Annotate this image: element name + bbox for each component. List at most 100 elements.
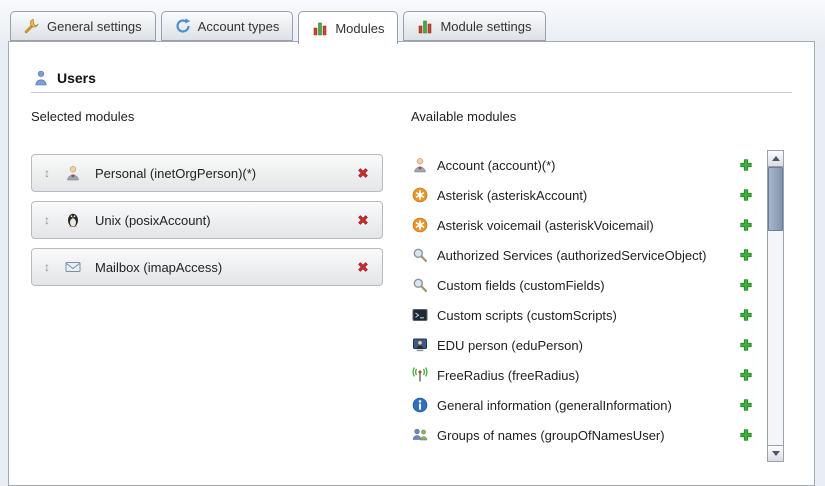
asterisk-icon — [411, 217, 429, 233]
available-module-label: Asterisk (asteriskAccount) — [437, 188, 739, 203]
available-module-label: EDU person (eduPerson) — [437, 338, 739, 353]
available-modules-wrap: Account (account)(*) Asterisk (asteriskA… — [411, 150, 814, 462]
green-plus-icon — [739, 368, 753, 382]
wrench-icon — [24, 18, 40, 34]
add-module-button[interactable] — [739, 308, 753, 322]
user-figure-icon — [33, 70, 49, 86]
add-module-button[interactable] — [739, 218, 753, 232]
available-module-label: Groups of names (groupOfNamesUser) — [437, 428, 739, 443]
remove-module-button[interactable] — [356, 166, 370, 180]
green-plus-icon — [739, 428, 753, 442]
bar-chart-icon — [312, 20, 328, 36]
selected-module-row[interactable]: ↕ Unix (posixAccount) — [31, 201, 383, 239]
available-module-row: Groups of names (groupOfNamesUser) — [411, 420, 763, 450]
selected-module-row[interactable]: ↕ Mailbox (imapAccess) — [31, 248, 383, 286]
selected-module-label: Mailbox (imapAccess) — [95, 260, 222, 275]
tab-label: Modules — [335, 21, 384, 36]
remove-module-button[interactable] — [356, 213, 370, 227]
selected-module-label: Unix (posixAccount) — [95, 213, 211, 228]
add-module-button[interactable] — [739, 338, 753, 352]
terminal-icon — [411, 307, 429, 323]
drag-handle-icon[interactable]: ↕ — [40, 166, 54, 180]
tab-bar: General settings Account types Modules M… — [10, 11, 546, 44]
green-plus-icon — [739, 158, 753, 172]
selected-module-row[interactable]: ↕ Personal (inetOrgPerson)(*) — [31, 154, 383, 192]
sync-icon — [175, 18, 191, 34]
green-plus-icon — [739, 278, 753, 292]
selected-modules-list: ↕ Personal (inetOrgPerson)(*) ↕ Unix (po… — [31, 154, 383, 286]
available-module-row: Account (account)(*) — [411, 150, 763, 180]
scroll-down-button[interactable] — [768, 445, 783, 461]
available-module-label: FreeRadius (freeRadius) — [437, 368, 739, 383]
green-plus-icon — [739, 398, 753, 412]
available-module-label: Authorized Services (authorizedServiceOb… — [437, 248, 739, 263]
scrollbar-track[interactable] — [768, 167, 783, 445]
red-x-icon — [356, 166, 370, 180]
green-plus-icon — [739, 218, 753, 232]
add-module-button[interactable] — [739, 278, 753, 292]
lam-config-page: General settings Account types Modules M… — [0, 0, 825, 486]
available-module-row: EDU person (eduPerson) — [411, 330, 763, 360]
bar-chart-icon — [417, 18, 433, 34]
modules-panel: Users Selected modules ↕ Personal (inetO… — [8, 41, 815, 486]
green-plus-icon — [739, 308, 753, 322]
tab-modules[interactable]: Modules — [298, 11, 398, 44]
available-module-label: General information (generalInformation) — [437, 398, 739, 413]
group-icon — [411, 427, 429, 443]
add-module-button[interactable] — [739, 158, 753, 172]
tab-label: General settings — [47, 19, 142, 34]
available-module-label: Account (account)(*) — [437, 158, 739, 173]
tab-account-types[interactable]: Account types — [161, 11, 294, 41]
drag-handle-icon[interactable]: ↕ — [40, 213, 54, 227]
available-modules-list: Account (account)(*) Asterisk (asteriskA… — [411, 150, 763, 462]
available-module-row: Asterisk voicemail (asteriskVoicemail) — [411, 210, 763, 240]
available-module-label: Custom fields (customFields) — [437, 278, 739, 293]
module-columns: Selected modules ↕ Personal (inetOrgPers… — [31, 109, 814, 462]
magnifier-icon — [411, 277, 429, 293]
person-icon — [64, 165, 82, 181]
red-x-icon — [356, 260, 370, 274]
section-title: Users — [57, 70, 96, 86]
mail-icon — [64, 259, 82, 275]
available-module-row: General information (generalInformation) — [411, 390, 763, 420]
asterisk-icon — [411, 187, 429, 203]
selected-modules-heading: Selected modules — [31, 109, 383, 124]
tab-module-settings[interactable]: Module settings — [403, 11, 545, 41]
add-module-button[interactable] — [739, 428, 753, 442]
available-modules-heading: Available modules — [411, 109, 814, 124]
arrow-up-icon — [772, 156, 780, 161]
add-module-button[interactable] — [739, 188, 753, 202]
tab-label: Module settings — [440, 19, 531, 34]
tab-general-settings[interactable]: General settings — [10, 11, 156, 41]
green-plus-icon — [739, 188, 753, 202]
red-x-icon — [356, 213, 370, 227]
green-plus-icon — [739, 248, 753, 262]
edu-person-icon — [411, 337, 429, 353]
available-module-row: Custom fields (customFields) — [411, 270, 763, 300]
add-module-button[interactable] — [739, 368, 753, 382]
add-module-button[interactable] — [739, 248, 753, 262]
scroll-up-button[interactable] — [768, 151, 783, 167]
section-header: Users — [33, 70, 814, 86]
selected-modules-column: Selected modules ↕ Personal (inetOrgPers… — [31, 109, 383, 462]
green-plus-icon — [739, 338, 753, 352]
available-module-row: Custom scripts (customScripts) — [411, 300, 763, 330]
available-modules-scrollbar[interactable] — [767, 150, 784, 462]
available-module-row: FreeRadius (freeRadius) — [411, 360, 763, 390]
add-module-button[interactable] — [739, 398, 753, 412]
remove-module-button[interactable] — [356, 260, 370, 274]
penguin-icon — [64, 212, 82, 228]
available-module-row: Authorized Services (authorizedServiceOb… — [411, 240, 763, 270]
person-icon — [411, 157, 429, 173]
available-module-row: Asterisk (asteriskAccount) — [411, 180, 763, 210]
available-modules-column: Available modules Account (account)(*) A… — [411, 109, 814, 462]
drag-handle-icon[interactable]: ↕ — [40, 260, 54, 274]
section-divider — [31, 92, 792, 93]
available-module-label: Asterisk voicemail (asteriskVoicemail) — [437, 218, 739, 233]
selected-module-label: Personal (inetOrgPerson)(*) — [95, 166, 256, 181]
arrow-down-icon — [772, 451, 780, 456]
available-module-label: Custom scripts (customScripts) — [437, 308, 739, 323]
tab-label: Account types — [198, 19, 280, 34]
scrollbar-thumb[interactable] — [768, 167, 783, 231]
antenna-icon — [411, 367, 429, 383]
